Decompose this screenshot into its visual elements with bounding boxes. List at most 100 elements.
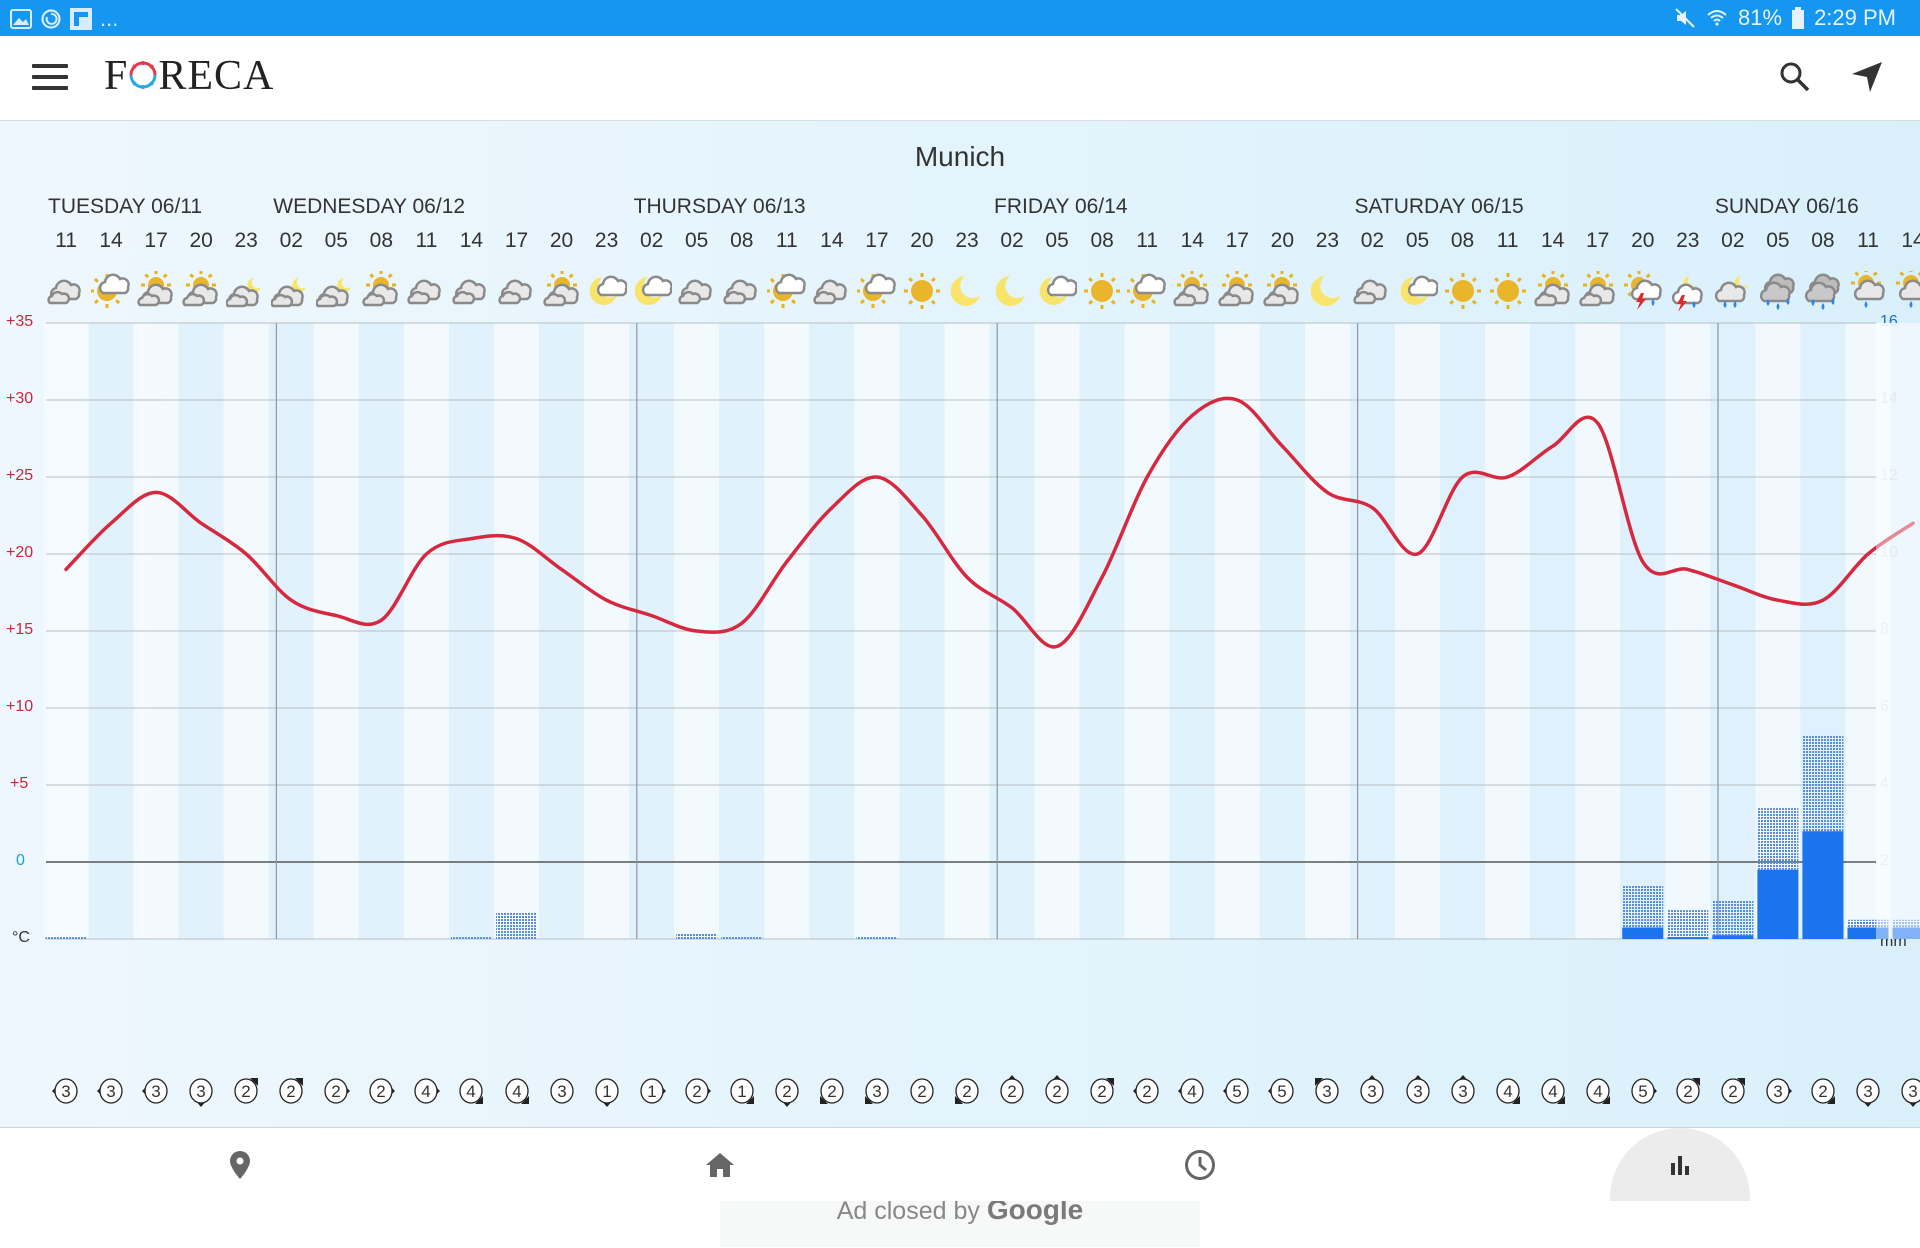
showers-bar <box>1622 885 1663 927</box>
svg-text:3: 3 <box>151 1082 160 1101</box>
search-icon[interactable] <box>1778 60 1812 94</box>
svg-text:4: 4 <box>1188 1082 1197 1101</box>
svg-text:2: 2 <box>1683 1082 1692 1101</box>
wind-indicator: 5 <box>1628 1075 1658 1107</box>
wind-indicator: 2 <box>321 1075 351 1107</box>
ad-text: Ad closed by <box>837 1197 980 1225</box>
wind-indicator: 2 <box>772 1075 802 1107</box>
location-pin-icon <box>229 1150 251 1180</box>
wind-indicator: 3 <box>1448 1075 1478 1107</box>
wind-indicator: 4 <box>1583 1075 1613 1107</box>
svg-text:3: 3 <box>1323 1082 1332 1101</box>
showers-bar <box>856 937 897 939</box>
nav-graph[interactable] <box>1610 1128 1750 1201</box>
svg-text:2: 2 <box>962 1082 971 1101</box>
wind-indicator: 4 <box>502 1075 532 1107</box>
svg-text:4: 4 <box>1593 1082 1602 1101</box>
wind-indicator: 2 <box>1673 1075 1703 1107</box>
svg-text:3: 3 <box>106 1082 115 1101</box>
right-axis-fade <box>1876 323 1920 939</box>
wind-indicator: 3 <box>862 1075 892 1107</box>
bar-chart-icon <box>1668 1153 1692 1177</box>
wifi-icon <box>1706 7 1728 29</box>
wind-indicator: 3 <box>1403 1075 1433 1107</box>
svg-text:4: 4 <box>1548 1082 1557 1101</box>
nav-home[interactable] <box>650 1128 790 1201</box>
showers-bar <box>45 937 86 939</box>
wind-indicator: 3 <box>1898 1075 1920 1107</box>
status-bar: ... 81% 2:29 PM <box>0 0 1920 36</box>
battery-percent: 81% <box>1738 5 1782 31</box>
wind-indicator: 3 <box>1763 1075 1793 1107</box>
wind-indicator: 3 <box>141 1075 171 1107</box>
svg-text:2: 2 <box>241 1082 250 1101</box>
svg-text:2: 2 <box>782 1082 791 1101</box>
wind-indicator: 3 <box>1357 1075 1387 1107</box>
showers-bar <box>1712 901 1753 936</box>
rain-bar <box>1667 937 1708 939</box>
wind-indicator: 2 <box>682 1075 712 1107</box>
temperature-precip-chart[interactable] <box>0 121 1920 1127</box>
wind-indicator: 3 <box>96 1075 126 1107</box>
wind-indicator: 1 <box>637 1075 667 1107</box>
wind-indicator: 1 <box>592 1075 622 1107</box>
gallery-icon <box>10 8 32 30</box>
svg-text:2: 2 <box>692 1082 701 1101</box>
wind-indicator: 2 <box>1132 1075 1162 1107</box>
location-arrow-icon[interactable] <box>1850 60 1884 94</box>
nav-history[interactable] <box>1130 1128 1270 1201</box>
svg-text:2: 2 <box>827 1082 836 1101</box>
forecast-graph-panel: Munich TUESDAY 06/11WEDNESDAY 06/12THURS… <box>0 121 1920 1127</box>
home-icon <box>705 1152 735 1178</box>
wind-indicator: 3 <box>186 1075 216 1107</box>
wind-indicator: 2 <box>997 1075 1027 1107</box>
menu-icon[interactable] <box>32 64 68 92</box>
svg-text:3: 3 <box>1908 1082 1917 1101</box>
nav-locations[interactable] <box>170 1128 310 1201</box>
wind-indicator: 3 <box>547 1075 577 1107</box>
svg-text:2: 2 <box>332 1082 341 1101</box>
svg-text:3: 3 <box>557 1082 566 1101</box>
wind-indicator: 5 <box>1222 1075 1252 1107</box>
bottom-navigation <box>0 1127 1920 1201</box>
svg-text:4: 4 <box>1503 1082 1512 1101</box>
svg-text:3: 3 <box>1863 1082 1872 1101</box>
wind-indicator: 2 <box>276 1075 306 1107</box>
wind-indicator: 2 <box>1087 1075 1117 1107</box>
wind-indicator: 5 <box>1267 1075 1297 1107</box>
showers-bar <box>1757 808 1798 870</box>
svg-text:2: 2 <box>1007 1082 1016 1101</box>
svg-text:1: 1 <box>647 1082 656 1101</box>
sync-icon <box>40 8 62 30</box>
rain-bar <box>1802 831 1843 939</box>
showers-bar <box>451 937 492 939</box>
wind-indicator: 2 <box>1042 1075 1072 1107</box>
svg-text:2: 2 <box>377 1082 386 1101</box>
svg-text:3: 3 <box>1773 1082 1782 1101</box>
wind-indicator: 3 <box>1312 1075 1342 1107</box>
svg-text:3: 3 <box>1458 1082 1467 1101</box>
svg-text:1: 1 <box>737 1082 746 1101</box>
wind-indicator: 2 <box>231 1075 261 1107</box>
showers-bar <box>496 912 537 939</box>
svg-text:3: 3 <box>61 1082 70 1101</box>
wind-indicator: 2 <box>1718 1075 1748 1107</box>
foreca-logo: FORECA <box>104 52 274 100</box>
svg-text:1: 1 <box>602 1082 611 1101</box>
svg-text:5: 5 <box>1233 1082 1242 1101</box>
notification-overflow: ... <box>100 6 118 32</box>
wind-indicator: 4 <box>1538 1075 1568 1107</box>
clock-time: 2:29 PM <box>1814 5 1896 31</box>
svg-text:2: 2 <box>1097 1082 1106 1101</box>
svg-text:3: 3 <box>1368 1082 1377 1101</box>
app-bar: FORECA <box>0 36 1920 121</box>
wind-indicator: 3 <box>51 1075 81 1107</box>
wind-indicator: 3 <box>1853 1075 1883 1107</box>
svg-text:2: 2 <box>287 1082 296 1101</box>
wind-indicator: 2 <box>907 1075 937 1107</box>
clock-icon <box>1184 1149 1216 1181</box>
wind-indicator: 4 <box>411 1075 441 1107</box>
svg-text:5: 5 <box>1638 1082 1647 1101</box>
wind-indicator: 4 <box>1177 1075 1207 1107</box>
svg-text:2: 2 <box>1818 1082 1827 1101</box>
